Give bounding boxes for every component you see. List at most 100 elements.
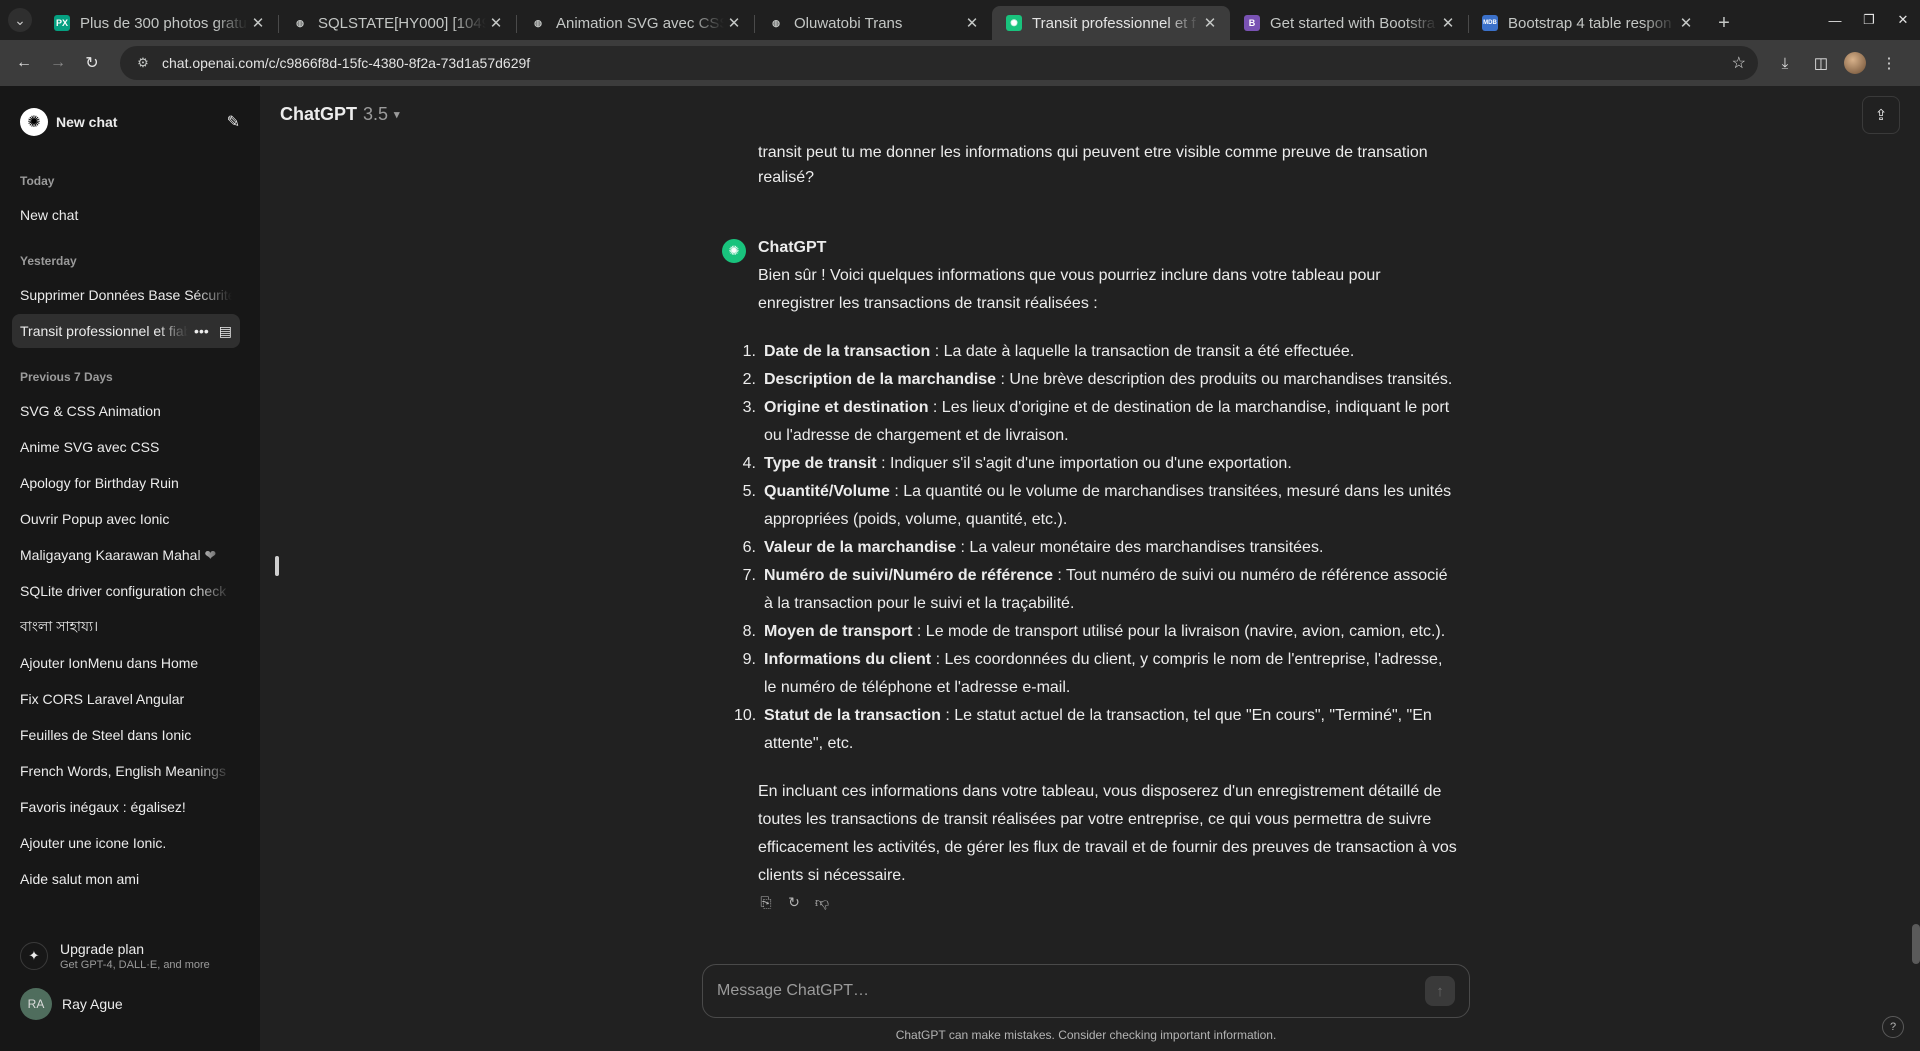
sidebar-chat-item[interactable]: Feuilles de Steel dans Ionic <box>12 718 240 752</box>
new-chat-label: New chat <box>56 114 118 130</box>
tab-title: Plus de 300 photos gratu <box>80 14 247 32</box>
sidebar-chat-item[interactable]: SVG & CSS Animation <box>12 394 240 428</box>
scrollbar-thumb[interactable] <box>1912 924 1920 964</box>
user-menu-button[interactable]: RA Ray Ague <box>12 982 240 1026</box>
chat-title: Ouvrir Popup avec Ionic <box>20 511 170 527</box>
chat-title: Aide salut mon ami <box>20 871 140 887</box>
back-button[interactable]: ← <box>8 47 40 79</box>
new-chat-button[interactable]: ✺ New chat ✎ <box>12 102 248 142</box>
chat-title: Feuilles de Steel dans Ionic <box>20 727 192 743</box>
tab-search-button[interactable]: ⌄ <box>0 0 40 40</box>
chat-title: Ajouter une icone Ionic. <box>20 835 167 851</box>
sidebar-chat-item[interactable]: French Words, English Meanings <box>12 754 240 788</box>
list-text: : La date à laquelle la transaction de t… <box>930 343 1355 360</box>
site-info-icon[interactable]: ⚙ <box>132 52 154 74</box>
list-number: 3. <box>742 399 756 416</box>
list-term: Valeur de la marchandise <box>764 539 957 556</box>
forward-button[interactable]: → <box>42 47 74 79</box>
reload-button[interactable]: ↻ <box>76 47 108 79</box>
close-tab-icon[interactable]: ✕ <box>486 14 506 32</box>
close-tab-icon[interactable]: ✕ <box>1438 14 1458 32</box>
model-version: 3.5 <box>363 104 389 124</box>
share-button[interactable]: ⇪ <box>1862 96 1900 134</box>
browser-tab[interactable]: PX Plus de 300 photos gratu ✕ <box>40 6 278 40</box>
sidebar-chat-item[interactable]: বাংলা সাহায্য। <box>12 610 240 644</box>
archive-icon[interactable]: ▤ <box>219 323 232 340</box>
sidebar-chat-item[interactable]: Fix CORS Laravel Angular <box>12 682 240 716</box>
model-selector[interactable]: ChatGPT 3.5 ▾ <box>280 104 400 125</box>
chat-title: Fix CORS Laravel Angular <box>20 691 185 707</box>
answer-list-item: 2. Description de la marchandise : Une br… <box>743 366 1458 394</box>
sidebar-chat-item[interactable]: Maligayang Kaarawan Mahal ❤ <box>12 538 240 572</box>
close-tab-icon[interactable]: ✕ <box>962 14 982 32</box>
new-tab-button[interactable]: + <box>1706 6 1742 40</box>
close-tab-icon[interactable]: ✕ <box>248 14 268 32</box>
edit-icon[interactable]: ✎ <box>227 112 240 132</box>
browser-tab[interactable]: ✺ Transit professionnel et f ✕ <box>992 6 1230 40</box>
list-term: Informations du client <box>764 651 932 668</box>
list-term: Moyen de transport <box>764 623 913 640</box>
more-options-icon[interactable]: ••• <box>194 323 209 340</box>
close-window-icon[interactable]: ✕ <box>1886 0 1920 40</box>
upgrade-plan-button[interactable]: ✦ Upgrade plan Get GPT-4, DALL·E, and mo… <box>12 934 240 978</box>
list-term: Date de la transaction <box>764 343 931 360</box>
browser-tab[interactable]: ◍ Animation SVG avec CSS ✕ <box>516 6 754 40</box>
menu-kebab-icon[interactable]: ⋮ <box>1876 50 1902 76</box>
sidebar-chat-item[interactable]: New chat <box>12 198 240 232</box>
browser-tab[interactable]: ◍ Oluwatobi Trans ✕ <box>754 6 992 40</box>
sidebar-chat-item[interactable]: Ouvrir Popup avec Ionic <box>12 502 240 536</box>
list-number: 4. <box>742 455 756 472</box>
sidebar-chat-item[interactable]: SQLite driver configuration check <box>12 574 240 608</box>
list-number: 8. <box>742 623 756 640</box>
disclaimer-text: ChatGPT can make mistakes. Consider chec… <box>895 1028 1277 1042</box>
help-button[interactable]: ? <box>1882 1016 1904 1038</box>
browser-tab[interactable]: B Get started with Bootstra ✕ <box>1230 6 1468 40</box>
browser-tab[interactable]: ◍ SQLSTATE[HY000] [1049 ✕ <box>278 6 516 40</box>
favicon-icon: PX <box>54 15 70 31</box>
assistant-name: ChatGPT <box>758 239 827 256</box>
address-bar[interactable]: ⚙ chat.openai.com/c/c9866f8d-15fc-4380-8… <box>120 46 1758 80</box>
sidebar-resize-handle[interactable] <box>275 556 279 576</box>
minimize-icon[interactable]: — <box>1818 0 1852 40</box>
chat-title: SVG & CSS Animation <box>20 403 161 419</box>
upgrade-subtitle: Get GPT-4, DALL·E, and more <box>60 959 210 971</box>
favicon-icon: MDB <box>1482 15 1498 31</box>
sidebar-chat-item[interactable]: Supprimer Données Base Sécurité <box>12 278 240 312</box>
chat-item-actions: ••• ▤ <box>194 323 232 340</box>
list-number: 2. <box>742 371 756 388</box>
side-panel-icon[interactable]: ◫ <box>1808 50 1834 76</box>
thumbs-down-icon[interactable]: 👎︎ <box>814 894 830 910</box>
browser-tab[interactable]: MDB Bootstrap 4 table respon ✕ <box>1468 6 1706 40</box>
history-group-label: Previous 7 Days <box>20 370 113 384</box>
chat-title: SQLite driver configuration check <box>20 583 227 599</box>
message-composer: ↑ <box>702 964 1470 1018</box>
copy-icon[interactable]: ⎘ <box>758 894 774 910</box>
chat-title: Anime SVG avec CSS <box>20 439 160 455</box>
sidebar-chat-item[interactable]: Transit professionnel et fiabilité ••• ▤ <box>12 314 240 348</box>
regenerate-icon[interactable]: ↻ <box>786 894 802 910</box>
close-tab-icon[interactable]: ✕ <box>1200 14 1220 32</box>
sidebar-chat-item[interactable]: Ajouter IonMenu dans Home <box>12 646 240 680</box>
list-term: Quantité/Volume <box>764 483 890 500</box>
sidebar-chat-item[interactable]: Anime SVG avec CSS <box>12 430 240 464</box>
sidebar-chat-item[interactable]: Apology for Birthday Ruin <box>12 466 240 500</box>
message-input[interactable] <box>717 982 1425 1000</box>
answer-list-item: 10. Statut de la transaction : Le statut … <box>734 702 1458 758</box>
download-icon[interactable]: ⤓ <box>1772 50 1798 76</box>
list-text: : La valeur monétaire des marchandises t… <box>956 539 1324 556</box>
close-tab-icon[interactable]: ✕ <box>724 14 744 32</box>
send-button[interactable]: ↑ <box>1425 976 1455 1006</box>
close-tab-icon[interactable]: ✕ <box>1676 14 1696 32</box>
answer-intro: Bien sûr ! Voici quelques informations q… <box>758 267 1381 312</box>
chat-title: Supprimer Données Base Sécurité <box>20 287 232 303</box>
sidebar-chat-item[interactable]: Ajouter une icone Ionic. <box>12 826 240 860</box>
profile-avatar[interactable] <box>1844 52 1866 74</box>
restore-icon[interactable]: ❐ <box>1852 0 1886 40</box>
answer-list-item: 4. Type de transit : Indiquer s'il s'agit… <box>743 450 1458 478</box>
list-number: 5. <box>742 483 756 500</box>
share-icon: ⇪ <box>1874 107 1888 124</box>
user-message-text: transit peut tu me donner les informatio… <box>758 144 1428 186</box>
sidebar-chat-item[interactable]: Favoris inégaux : égalisez! <box>12 790 240 824</box>
bookmark-star-icon[interactable]: ☆ <box>1732 53 1746 73</box>
sidebar-chat-item[interactable]: Aide salut mon ami <box>12 862 240 896</box>
